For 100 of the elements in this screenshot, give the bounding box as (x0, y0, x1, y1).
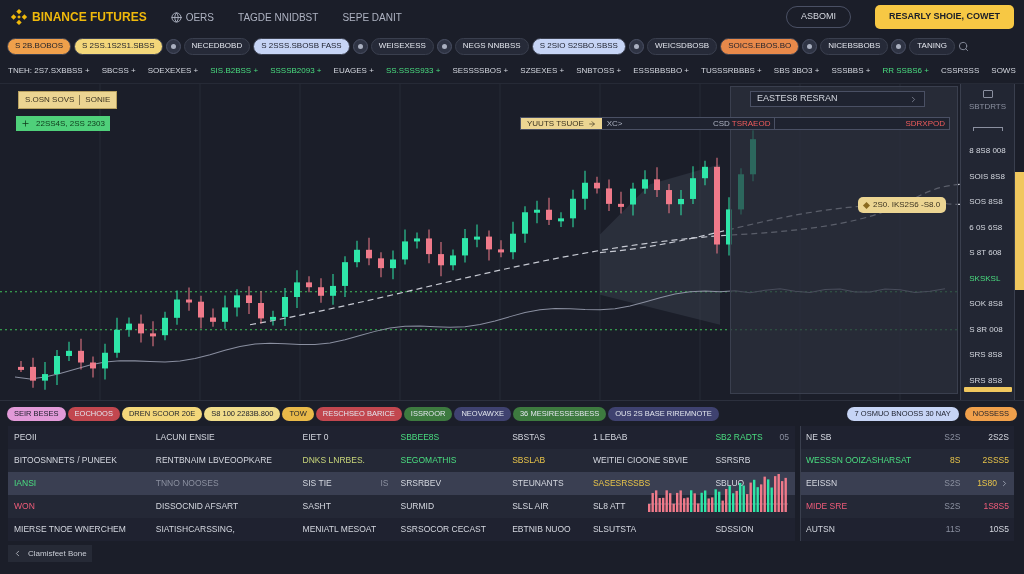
table-row[interactable]: IANSI TNNO NOOSES SIS TIE IS SRSRBEV STEUNANTS SASESRSSBS SBLUO (8, 472, 795, 495)
table-cell: 2SSS5 (982, 454, 1009, 467)
table-cell: SSRSOCOR CECAST (400, 523, 486, 536)
coin-icon[interactable] (802, 38, 818, 54)
table-cell: STEUNANTS (512, 477, 564, 490)
plus-icon (21, 119, 30, 128)
table-row[interactable]: PEOII LACUNI ENSIE EIET 0 SBBEE8S SBSTAS 1 LEBAB SB2 RADTS 05 (8, 426, 795, 449)
order-side: SDRXPOD (905, 117, 946, 130)
table-row[interactable]: WON DISSOCNID AFSART SASHT SURMID SLSL AIR SL8 ATT (8, 495, 795, 518)
ticker-item: SBCSS + (101, 64, 136, 77)
brand-name: BINANCE FUTURES (32, 9, 147, 26)
axis-marker (963, 387, 1012, 392)
ticker-item: TUSSSRBBBS + (701, 64, 762, 77)
order-value: TSRAEOD (731, 117, 772, 130)
arrow-right-icon (587, 119, 596, 128)
table-cell: WON (14, 500, 35, 513)
ticker-item: EUAGES + (333, 64, 374, 77)
axis-label: 8 8S8 008 (969, 145, 1006, 157)
market-pill[interactable]: S 2SSS.SBOSB FASS (253, 37, 350, 55)
table-cell: 1 LEBAB (592, 431, 628, 444)
market-pill[interactable]: SOICS.EBOS.BO (720, 37, 800, 55)
table-cell: TNNO NOOSES (155, 477, 219, 490)
axis-icon[interactable] (982, 90, 993, 98)
table-cell: SEGOMATHIS (400, 454, 457, 467)
nav-link[interactable]: OERS (170, 9, 214, 25)
market-pill[interactable]: TANING (909, 37, 955, 55)
ticker-item: SSSSB2093 + (270, 64, 322, 77)
axis-label: S 8T 608 (969, 247, 1003, 260)
ticker-item: SBS 3BO3 + (773, 64, 820, 77)
axis-label: SKSKSL (969, 272, 1002, 285)
table-cell: PEOII (14, 431, 37, 444)
summary-row[interactable]: WESSSN OOIZASHARSAT 8S 2SSS5 (800, 449, 1014, 472)
table-cell: BITOOSNNETS / PUNEEK (14, 454, 117, 467)
coin-icon[interactable] (165, 38, 181, 54)
chevron-right-icon[interactable] (909, 94, 918, 104)
axis-label: SRS 8S8 (969, 374, 1004, 387)
table-cell: DISSOCNID AFSART (155, 500, 239, 513)
market-pill[interactable]: NICEBSBOBS (820, 37, 889, 55)
order-tag: CSD (710, 117, 732, 130)
market-pill[interactable]: S 2SIO S2SBO.SBSS (531, 37, 626, 55)
ticker-item: TNEH: 2S7.SXBBSS + (8, 64, 90, 77)
table-cell: 10S5 (989, 523, 1009, 536)
table-cell: SLSUTSTA (592, 523, 637, 536)
axis-label: SOIS 8S8 (969, 170, 1006, 183)
table-cell: SIATISHCARSSING, (155, 523, 235, 536)
footer-button[interactable]: Clamisfeet Bone (8, 545, 92, 562)
market-pill[interactable]: S 2SS.1S2S1.SBSS (74, 37, 163, 55)
table-cell: S2S (944, 501, 961, 512)
market-pill[interactable]: NEGS NNBBSS (454, 37, 529, 55)
coin-icon[interactable] (436, 38, 452, 54)
table-cell: EIET 0 (302, 431, 329, 444)
table-cell: SBLUO (715, 477, 745, 490)
table-cell: SBBEE8S (400, 431, 440, 444)
coin-icon[interactable] (628, 38, 644, 54)
table-row[interactable]: BITOOSNNETS / PUNEEK RENTBNAIM LBVEOOPKARE DNKS LNRBES. SEGOMATHIS SBSLAB WEITIEI CIOONE SBVIE SSRSRB (8, 449, 795, 472)
ticker-item: CSSRSSS (941, 64, 980, 77)
market-pill[interactable]: S 2B.BOBOS (7, 37, 72, 55)
table-cell: 2S2S (988, 431, 1009, 444)
summary-row[interactable]: MIDE SRE S2S 1S8S5 (800, 495, 1014, 518)
table-cell: LACUNI ENSIE (155, 431, 215, 444)
table-cell: IS (380, 477, 389, 490)
ticker-item: SS.SSSS933 + (385, 64, 441, 77)
ticker-item: SOEXEXES + (147, 64, 199, 77)
table-cell: MIDE SRE (806, 501, 848, 512)
summary-row[interactable]: AUTSN 11S 10S5 (800, 518, 1014, 541)
table-cell: AUTSN (806, 524, 835, 535)
ticker-item: ESSSBBSBO + (633, 64, 690, 77)
market-pill[interactable]: NECEDBOBD (183, 37, 251, 55)
table-cell: MIERSE TNOE WNERCHEM (14, 523, 126, 536)
table-cell: DNKS LNRBES. (302, 454, 365, 467)
nav-link[interactable]: TAGDE NNIDBST (238, 9, 319, 25)
info-text: S.OSN SOVS (25, 94, 75, 106)
table-cell: SIS TIE (302, 477, 332, 490)
table-cell: SL8 ATT (592, 500, 626, 513)
order-label[interactable]: YUUTS TSUOE (521, 118, 602, 129)
axis-label: SRS 8S8 (969, 349, 1004, 362)
panel-title: EASTES8 RESRAN (757, 92, 838, 106)
primary-button[interactable]: RESARLY SHOIE, COWET (874, 5, 1014, 29)
ticker-item: SOWS (991, 64, 1016, 77)
market-pill[interactable]: WEICSDBOSB (646, 37, 718, 55)
table-cell: WESSSN OOIZASHARSAT (806, 455, 912, 466)
tooltip-text: 2S0. IKS2S6 -S8.0 (873, 199, 941, 211)
search-icon[interactable] (957, 40, 969, 52)
table-cell: 05 (779, 431, 789, 444)
table-cell: 8S (949, 455, 961, 466)
coin-icon[interactable] (352, 38, 368, 54)
buy-text: 22SS4S, 2SS 2303 (36, 117, 105, 130)
summary-row[interactable]: EEISSN S2S 1S80 (800, 472, 1014, 495)
market-pill[interactable]: WEISEXESS (370, 37, 434, 55)
table-cell: SB2 RADTS (715, 431, 763, 444)
coin-icon[interactable] (891, 38, 907, 54)
axis-label: SOK 8S8 (969, 298, 1004, 311)
summary-row[interactable]: NE SB S2S 2S2S (800, 426, 1014, 449)
axis-label: S 8R 008 (969, 323, 1004, 336)
table-cell: 1S80 (977, 477, 997, 490)
nav-link[interactable]: SEPE DANIT (342, 9, 402, 25)
table-row[interactable]: MIERSE TNOE WNERCHEM SIATISHCARSSING, MENIATL MESOAT SSRSOCOR CECAST EBTNIB NUOO SLSUTSTA SDSSION (8, 518, 795, 541)
ticker-item: SZSEXES + (520, 64, 565, 77)
chevron-left-icon (13, 549, 22, 558)
table-cell: IANSI (14, 477, 37, 490)
